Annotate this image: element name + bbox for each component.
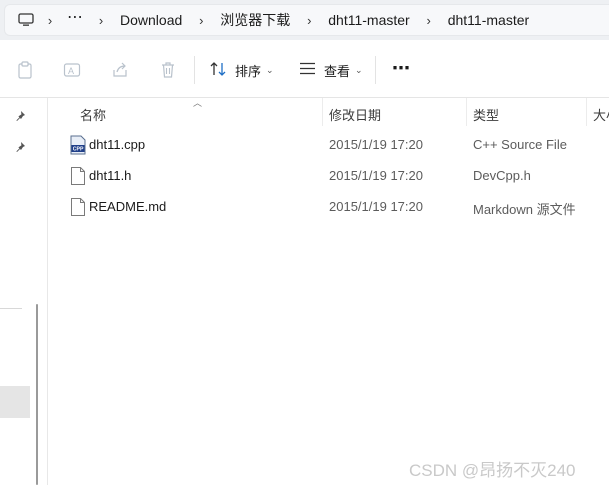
column-header: ︿ 名称 修改日期 类型 大小: [48, 98, 609, 126]
this-pc-icon[interactable]: [13, 6, 39, 34]
sort-button[interactable]: 排序 ⌄: [210, 60, 274, 80]
chevron-down-icon: ⌄: [266, 64, 274, 75]
view-icon: [299, 62, 316, 78]
command-bar: A 排序 ⌄ 查看 ⌄ ⋯: [0, 40, 609, 98]
chevron-right-icon[interactable]: ›: [39, 13, 61, 28]
address-bar: › ⋯ › Download › 浏览器下载 › dht11-master › …: [0, 0, 609, 40]
toolbar-divider: [194, 56, 195, 84]
chevron-right-icon[interactable]: ›: [418, 13, 440, 28]
sort-ascending-icon: ︿: [193, 98, 203, 108]
file-row[interactable]: CPP dht11.cpp 2015/1/19 17:20 C++ Source…: [62, 130, 609, 160]
file-name: dht11.h: [89, 168, 132, 183]
breadcrumb-item-download[interactable]: Download: [112, 12, 190, 28]
file-name: dht11.cpp: [89, 137, 146, 152]
column-divider[interactable]: [586, 98, 587, 126]
chevron-right-icon[interactable]: ›: [298, 13, 320, 28]
sort-icon: [210, 61, 227, 79]
rename-icon[interactable]: A: [62, 60, 82, 80]
nav-scrollbar[interactable]: [36, 304, 38, 485]
navigation-pane: [0, 98, 48, 485]
column-divider[interactable]: [466, 98, 467, 126]
breadcrumb[interactable]: › ⋯ › Download › 浏览器下载 › dht11-master › …: [4, 4, 609, 36]
more-options-button[interactable]: ⋯: [392, 58, 411, 79]
chevron-down-icon: ⌄: [355, 64, 363, 75]
breadcrumb-item-dht11-master-current[interactable]: dht11-master: [440, 12, 537, 28]
chevron-right-icon[interactable]: ›: [90, 13, 112, 28]
file-type: DevCpp.h: [473, 168, 531, 183]
file-date: 2015/1/19 17:20: [329, 137, 423, 152]
file-name: README.md: [89, 199, 167, 214]
document-icon: [69, 166, 87, 186]
chevron-right-icon[interactable]: ›: [190, 13, 212, 28]
breadcrumb-item-dht11-master[interactable]: dht11-master: [320, 12, 417, 28]
file-date: 2015/1/19 17:20: [329, 168, 423, 183]
paste-icon[interactable]: [15, 60, 35, 80]
column-type[interactable]: 类型: [473, 105, 499, 124]
pin-icon[interactable]: [13, 140, 27, 154]
file-date: 2015/1/19 17:20: [329, 199, 423, 214]
pin-icon[interactable]: [13, 109, 27, 123]
column-name[interactable]: 名称: [80, 105, 106, 124]
cpp-file-icon: CPP: [69, 135, 87, 155]
file-type: Markdown 源文件: [473, 202, 576, 217]
svg-text:CPP: CPP: [73, 147, 84, 153]
sort-label: 排序: [235, 63, 262, 79]
view-label: 查看: [324, 63, 351, 79]
watermark: CSDN @昂扬不灭240: [409, 461, 576, 480]
delete-icon[interactable]: [158, 60, 178, 80]
share-icon[interactable]: [110, 60, 130, 80]
nav-divider: [0, 308, 22, 309]
toolbar-divider: [375, 56, 376, 84]
nav-selected-item[interactable]: [0, 386, 30, 418]
document-icon: [69, 197, 87, 217]
breadcrumb-item-browser-downloads[interactable]: 浏览器下载: [212, 10, 298, 30]
column-size[interactable]: 大小: [593, 105, 609, 124]
breadcrumb-overflow[interactable]: ⋯: [61, 7, 90, 27]
svg-text:A: A: [68, 66, 74, 76]
file-type: C++ Source File: [473, 137, 567, 152]
view-button[interactable]: 查看 ⌄: [299, 60, 363, 80]
column-divider[interactable]: [322, 98, 323, 126]
file-row[interactable]: dht11.h 2015/1/19 17:20 DevCpp.h: [62, 161, 609, 191]
column-date[interactable]: 修改日期: [329, 105, 381, 124]
file-row[interactable]: README.md 2015/1/19 17:20 Markdown 源文件: [62, 192, 609, 222]
